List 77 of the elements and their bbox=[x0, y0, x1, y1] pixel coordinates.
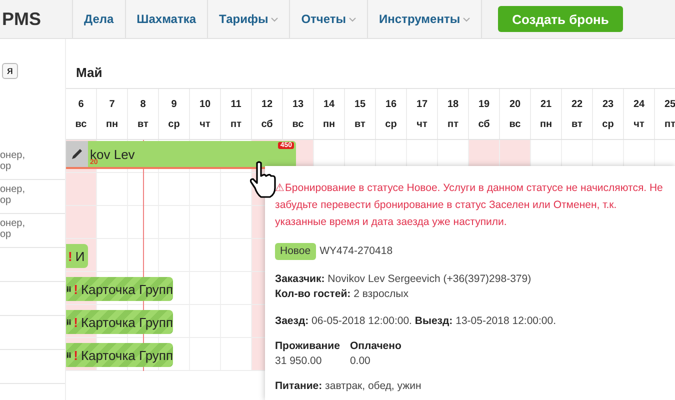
alert-mark: ! bbox=[74, 282, 78, 296]
booking-bar[interactable]: ! Карточка Групп bbox=[66, 343, 173, 367]
day-number: 22 bbox=[571, 98, 583, 110]
weekday-label: вс bbox=[509, 118, 521, 130]
booking-label: Карточка Групп bbox=[80, 348, 173, 362]
day-number: 16 bbox=[385, 98, 397, 110]
day-number: 15 bbox=[354, 98, 366, 110]
weekday-label: вт bbox=[138, 118, 148, 130]
alert-mark: ! bbox=[68, 248, 72, 264]
dates-text: Заезд: 06-05-2018 12:00:00. Выезд: 13-05-2018 12:00:00. bbox=[275, 314, 558, 329]
customer-text: Заказчик: Novikov Lev Sergeevich (+36(397)298-379) bbox=[275, 272, 532, 287]
filter-button[interactable]: я bbox=[2, 63, 18, 79]
day-number: 21 bbox=[540, 98, 552, 110]
day-number: 7 bbox=[109, 98, 115, 110]
day-number: 17 bbox=[416, 98, 428, 110]
weekday-label: пн bbox=[322, 118, 336, 130]
room-label: онер, bbox=[0, 218, 26, 229]
day-number: 8 bbox=[140, 98, 146, 110]
warning-text: ⚠Бронирование в статусе Новое. Услуги в данном статусе не начисляются. Не забудьте перевести бронирование в статус Заселен или Отменен, т.к. указанные время и дата заезда уже наступили. bbox=[275, 181, 664, 230]
room-label: онер, bbox=[0, 184, 26, 195]
room-label: ор bbox=[0, 161, 12, 172]
day-number: 23 bbox=[602, 98, 614, 110]
day-number: 20 bbox=[509, 98, 521, 110]
nav-link[interactable]: Инструменты bbox=[367, 0, 482, 38]
amount-value: 31 950.00 bbox=[275, 354, 323, 369]
room-label: ор bbox=[0, 229, 12, 240]
day-number: 10 bbox=[199, 98, 211, 110]
day-number: 19 bbox=[478, 98, 490, 110]
day-number: 9 bbox=[171, 98, 177, 110]
booking-label: Карточка Групп bbox=[80, 314, 173, 330]
weekday-label: пт bbox=[448, 118, 458, 130]
day-number: 25 bbox=[664, 98, 675, 110]
weekday-label: пт bbox=[664, 118, 675, 130]
day-number: 11 bbox=[230, 98, 242, 110]
booking-bar[interactable]: ! И bbox=[66, 244, 88, 268]
booking-label: И bbox=[75, 248, 85, 264]
weekday-label: пн bbox=[106, 118, 118, 130]
weekday-label: вс bbox=[75, 118, 87, 130]
month-label: Май bbox=[66, 39, 675, 89]
alert-mark: ! bbox=[74, 314, 78, 330]
weekday-label: ср bbox=[602, 118, 614, 130]
day-number: 6 bbox=[78, 98, 84, 110]
booking-code: WY474-270418 bbox=[320, 244, 393, 259]
weekday-label: ср bbox=[168, 118, 180, 130]
caret-icon bbox=[463, 16, 470, 22]
amount-value: 0.00 bbox=[350, 354, 372, 369]
weekday-label: пт bbox=[230, 118, 242, 130]
weekday-label: чт bbox=[200, 118, 210, 130]
weekday-label: вс bbox=[292, 118, 304, 130]
room-label: ор bbox=[0, 195, 12, 206]
caret-icon bbox=[271, 16, 278, 22]
app-logo: PMS bbox=[1, 8, 42, 30]
weekday-label: вт bbox=[572, 118, 582, 130]
day-number: 12 bbox=[261, 98, 273, 110]
day-number: 18 bbox=[447, 98, 459, 110]
weekday-label: сб bbox=[261, 118, 273, 130]
day-number: 14 bbox=[323, 98, 335, 110]
guests-text: Кол-во гостей: 2 взрослых bbox=[275, 287, 410, 302]
alert-mark: ! bbox=[74, 348, 78, 362]
weekday-label: пн bbox=[540, 118, 552, 130]
pencil-icon bbox=[70, 147, 84, 161]
amount-label: Оплачено bbox=[350, 339, 402, 354]
day-number: 24 bbox=[633, 98, 645, 110]
weekday-label: вт bbox=[354, 118, 366, 130]
weekday-label: чт bbox=[416, 118, 428, 130]
booking-bar[interactable]: ! Карточка Групп bbox=[66, 310, 173, 334]
day-number: 13 bbox=[292, 98, 304, 110]
caret-icon bbox=[349, 16, 356, 22]
booking-bar[interactable]: ! Карточка Групп bbox=[66, 277, 173, 301]
amount-label: Проживание bbox=[275, 339, 340, 354]
weekday-label: чт bbox=[634, 118, 644, 130]
booking-label: Карточка Групп bbox=[80, 282, 173, 296]
room-label: онер, bbox=[0, 150, 26, 161]
weekday-label: сб bbox=[478, 118, 490, 130]
weekday-label: ср bbox=[385, 118, 397, 130]
status-tag: Новое bbox=[275, 243, 316, 260]
meals-text: Питание: завтрак, обед, ужин bbox=[275, 379, 422, 394]
